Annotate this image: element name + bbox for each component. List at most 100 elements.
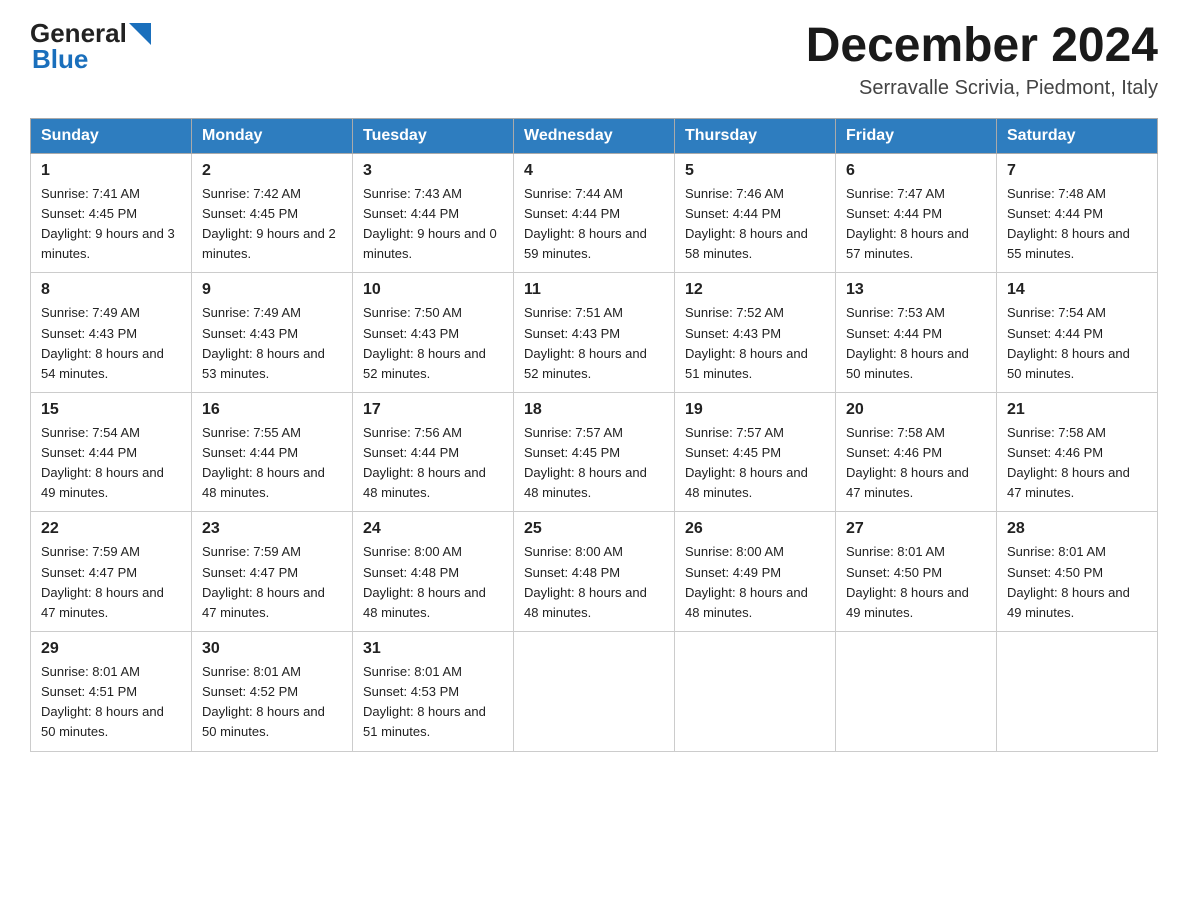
day-info: Sunrise: 7:58 AMSunset: 4:46 PMDaylight:… <box>1007 423 1147 504</box>
day-number: 6 <box>846 162 986 180</box>
column-header-wednesday: Wednesday <box>514 118 675 153</box>
day-cell <box>997 632 1158 752</box>
day-number: 28 <box>1007 520 1147 538</box>
week-row-3: 15 Sunrise: 7:54 AMSunset: 4:44 PMDayligh… <box>31 392 1158 512</box>
day-info: Sunrise: 7:54 AMSunset: 4:44 PMDaylight:… <box>1007 303 1147 384</box>
calendar-header-row: SundayMondayTuesdayWednesdayThursdayFrid… <box>31 118 1158 153</box>
column-header-monday: Monday <box>192 118 353 153</box>
day-cell: 16 Sunrise: 7:55 AMSunset: 4:44 PMDayligh… <box>192 392 353 512</box>
day-cell: 30 Sunrise: 8:01 AMSunset: 4:52 PMDayligh… <box>192 632 353 752</box>
day-info: Sunrise: 8:01 AMSunset: 4:53 PMDaylight:… <box>363 662 503 743</box>
day-number: 16 <box>202 401 342 419</box>
day-number: 29 <box>41 640 181 658</box>
logo-arrow-icon <box>129 23 151 45</box>
day-number: 26 <box>685 520 825 538</box>
week-row-4: 22Sunrise: 7:59 AMSunset: 4:47 PMDayligh… <box>31 512 1158 632</box>
day-info: Sunrise: 8:00 AMSunset: 4:48 PMDaylight:… <box>363 542 503 623</box>
day-info: Sunrise: 7:58 AMSunset: 4:46 PMDaylight:… <box>846 423 986 504</box>
column-header-tuesday: Tuesday <box>353 118 514 153</box>
day-number: 2 <box>202 162 342 180</box>
day-info: Sunrise: 7:55 AMSunset: 4:44 PMDaylight:… <box>202 423 342 504</box>
day-info: Sunrise: 7:43 AMSunset: 4:44 PMDaylight:… <box>363 184 503 265</box>
day-info: Sunrise: 8:01 AMSunset: 4:52 PMDaylight:… <box>202 662 342 743</box>
day-info: Sunrise: 7:41 AMSunset: 4:45 PMDaylight:… <box>41 184 181 265</box>
day-info: Sunrise: 7:59 AMSunset: 4:47 PMDaylight:… <box>202 542 342 623</box>
day-cell: 8 Sunrise: 7:49 AMSunset: 4:43 PMDaylight… <box>31 273 192 393</box>
day-number: 9 <box>202 281 342 299</box>
page-header: General Blue December 2024 Serravalle Sc… <box>30 20 1158 100</box>
day-cell: 2 Sunrise: 7:42 AMSunset: 4:45 PMDaylight… <box>192 153 353 273</box>
day-cell: 17 Sunrise: 7:56 AMSunset: 4:44 PMDayligh… <box>353 392 514 512</box>
day-number: 3 <box>363 162 503 180</box>
day-info: Sunrise: 7:47 AMSunset: 4:44 PMDaylight:… <box>846 184 986 265</box>
day-info: Sunrise: 7:44 AMSunset: 4:44 PMDaylight:… <box>524 184 664 265</box>
day-number: 5 <box>685 162 825 180</box>
day-info: Sunrise: 8:01 AMSunset: 4:50 PMDaylight:… <box>846 542 986 623</box>
day-cell: 7 Sunrise: 7:48 AMSunset: 4:44 PMDaylight… <box>997 153 1158 273</box>
day-number: 7 <box>1007 162 1147 180</box>
day-info: Sunrise: 7:56 AMSunset: 4:44 PMDaylight:… <box>363 423 503 504</box>
title-area: December 2024 Serravalle Scrivia, Piedmo… <box>806 20 1158 100</box>
logo-general-text: General <box>30 20 127 46</box>
logo: General Blue <box>30 20 151 75</box>
day-info: Sunrise: 7:49 AMSunset: 4:43 PMDaylight:… <box>202 303 342 384</box>
day-number: 8 <box>41 281 181 299</box>
day-info: Sunrise: 7:46 AMSunset: 4:44 PMDaylight:… <box>685 184 825 265</box>
day-number: 12 <box>685 281 825 299</box>
day-info: Sunrise: 7:50 AMSunset: 4:43 PMDaylight:… <box>363 303 503 384</box>
day-cell: 9 Sunrise: 7:49 AMSunset: 4:43 PMDaylight… <box>192 273 353 393</box>
day-info: Sunrise: 8:00 AMSunset: 4:49 PMDaylight:… <box>685 542 825 623</box>
day-number: 24 <box>363 520 503 538</box>
day-number: 23 <box>202 520 342 538</box>
day-number: 19 <box>685 401 825 419</box>
day-cell: 26 Sunrise: 8:00 AMSunset: 4:49 PMDayligh… <box>675 512 836 632</box>
day-cell: 5 Sunrise: 7:46 AMSunset: 4:44 PMDaylight… <box>675 153 836 273</box>
day-info: Sunrise: 7:42 AMSunset: 4:45 PMDaylight:… <box>202 184 342 265</box>
day-number: 10 <box>363 281 503 299</box>
day-cell: 12Sunrise: 7:52 AMSunset: 4:43 PMDayligh… <box>675 273 836 393</box>
day-cell: 6 Sunrise: 7:47 AMSunset: 4:44 PMDaylight… <box>836 153 997 273</box>
day-cell: 15 Sunrise: 7:54 AMSunset: 4:44 PMDayligh… <box>31 392 192 512</box>
day-number: 11 <box>524 281 664 299</box>
month-title: December 2024 <box>806 20 1158 73</box>
day-cell: 20 Sunrise: 7:58 AMSunset: 4:46 PMDayligh… <box>836 392 997 512</box>
day-cell <box>675 632 836 752</box>
day-cell: 27Sunrise: 8:01 AMSunset: 4:50 PMDayligh… <box>836 512 997 632</box>
day-info: Sunrise: 7:57 AMSunset: 4:45 PMDaylight:… <box>524 423 664 504</box>
day-number: 20 <box>846 401 986 419</box>
day-cell: 19Sunrise: 7:57 AMSunset: 4:45 PMDayligh… <box>675 392 836 512</box>
day-cell: 31Sunrise: 8:01 AMSunset: 4:53 PMDayligh… <box>353 632 514 752</box>
day-cell: 22Sunrise: 7:59 AMSunset: 4:47 PMDayligh… <box>31 512 192 632</box>
day-cell: 1Sunrise: 7:41 AMSunset: 4:45 PMDaylight… <box>31 153 192 273</box>
day-info: Sunrise: 8:00 AMSunset: 4:48 PMDaylight:… <box>524 542 664 623</box>
day-cell: 11Sunrise: 7:51 AMSunset: 4:43 PMDayligh… <box>514 273 675 393</box>
day-cell: 18Sunrise: 7:57 AMSunset: 4:45 PMDayligh… <box>514 392 675 512</box>
day-number: 21 <box>1007 401 1147 419</box>
week-row-1: 1Sunrise: 7:41 AMSunset: 4:45 PMDaylight… <box>31 153 1158 273</box>
day-cell: 13 Sunrise: 7:53 AMSunset: 4:44 PMDayligh… <box>836 273 997 393</box>
day-cell: 25Sunrise: 8:00 AMSunset: 4:48 PMDayligh… <box>514 512 675 632</box>
location-subtitle: Serravalle Scrivia, Piedmont, Italy <box>806 77 1158 100</box>
day-cell: 24 Sunrise: 8:00 AMSunset: 4:48 PMDayligh… <box>353 512 514 632</box>
week-row-2: 8 Sunrise: 7:49 AMSunset: 4:43 PMDaylight… <box>31 273 1158 393</box>
logo-blue-text: Blue <box>32 44 88 75</box>
day-info: Sunrise: 8:01 AMSunset: 4:51 PMDaylight:… <box>41 662 181 743</box>
day-cell: 21 Sunrise: 7:58 AMSunset: 4:46 PMDayligh… <box>997 392 1158 512</box>
day-number: 4 <box>524 162 664 180</box>
day-number: 13 <box>846 281 986 299</box>
day-cell: 10 Sunrise: 7:50 AMSunset: 4:43 PMDayligh… <box>353 273 514 393</box>
day-info: Sunrise: 7:53 AMSunset: 4:44 PMDaylight:… <box>846 303 986 384</box>
day-number: 17 <box>363 401 503 419</box>
day-cell: 4 Sunrise: 7:44 AMSunset: 4:44 PMDaylight… <box>514 153 675 273</box>
day-info: Sunrise: 7:49 AMSunset: 4:43 PMDaylight:… <box>41 303 181 384</box>
day-info: Sunrise: 7:48 AMSunset: 4:44 PMDaylight:… <box>1007 184 1147 265</box>
day-cell <box>514 632 675 752</box>
day-number: 15 <box>41 401 181 419</box>
week-row-5: 29 Sunrise: 8:01 AMSunset: 4:51 PMDayligh… <box>31 632 1158 752</box>
day-info: Sunrise: 7:54 AMSunset: 4:44 PMDaylight:… <box>41 423 181 504</box>
calendar-table: SundayMondayTuesdayWednesdayThursdayFrid… <box>30 118 1158 752</box>
column-header-thursday: Thursday <box>675 118 836 153</box>
day-number: 30 <box>202 640 342 658</box>
column-header-friday: Friday <box>836 118 997 153</box>
column-header-saturday: Saturday <box>997 118 1158 153</box>
